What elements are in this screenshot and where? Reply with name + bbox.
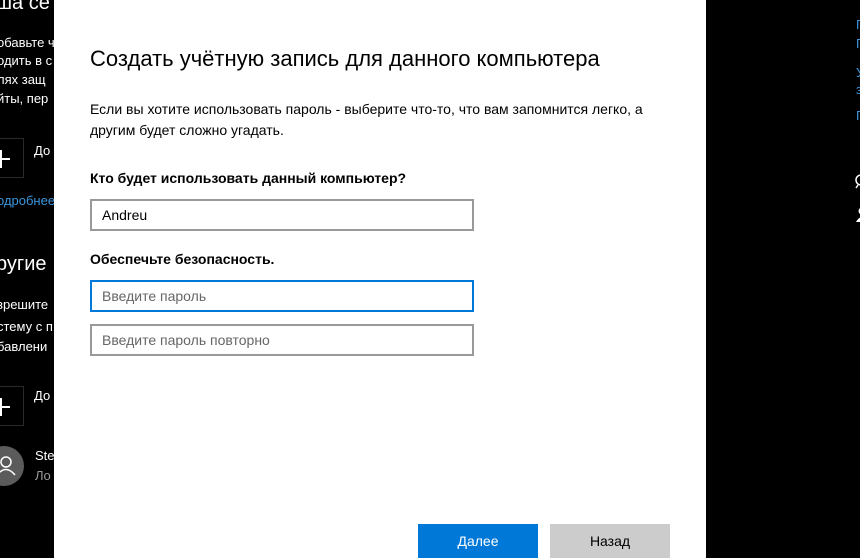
user-icon <box>0 456 16 476</box>
create-account-dialog: Создать учётную запись для данного компь… <box>54 0 706 558</box>
user-subtitle: Ло <box>35 468 51 483</box>
add-family-member-label[interactable]: До <box>34 141 50 161</box>
related-link[interactable]: П <box>856 34 860 54</box>
user-name[interactable]: Ste <box>35 446 54 466</box>
username-field[interactable] <box>90 199 474 231</box>
related-link[interactable]: з <box>856 80 860 100</box>
background-text-line: йты, пер <box>0 91 49 106</box>
next-button[interactable]: Далее <box>418 524 538 558</box>
related-link[interactable]: Г <box>856 15 860 35</box>
dialog-title: Создать учётную запись для данного компь… <box>90 46 600 71</box>
feedback-person-icon[interactable] <box>854 206 860 222</box>
add-other-user-label[interactable]: До <box>34 386 50 406</box>
avatar[interactable] <box>0 446 24 486</box>
background-text-line: бавлени <box>0 339 48 354</box>
security-label: Обеспечьте безопасность. <box>90 251 275 267</box>
dialog-description: Если вы хотите использовать пароль - выб… <box>90 101 643 138</box>
password-field[interactable] <box>90 280 474 312</box>
background-text-line: одить в с <box>0 53 53 68</box>
password-repeat-field[interactable] <box>90 324 474 356</box>
add-family-member-icon[interactable] <box>0 138 24 178</box>
other-users-heading: ругие <box>0 253 47 275</box>
background-text-line: лях защ <box>0 72 46 87</box>
back-button[interactable]: Назад <box>550 524 670 558</box>
background-text-line: зрешите <box>0 297 49 312</box>
background-text-line: стему с п <box>0 319 53 334</box>
related-link[interactable]: П <box>856 106 860 126</box>
add-other-user-icon[interactable] <box>0 386 24 426</box>
background-text-line: обавьте ч <box>0 35 54 50</box>
settings-background-right: Г П У з П <box>706 0 860 558</box>
help-icon[interactable] <box>854 173 860 189</box>
who-label: Кто будет использовать данный компьютер? <box>90 170 407 186</box>
section-heading: ша се <box>0 0 50 14</box>
learn-more-link[interactable]: одробнее <box>0 191 54 211</box>
settings-background-left: ша се обавьте ч одить в с лях защ йты, п… <box>0 0 54 558</box>
